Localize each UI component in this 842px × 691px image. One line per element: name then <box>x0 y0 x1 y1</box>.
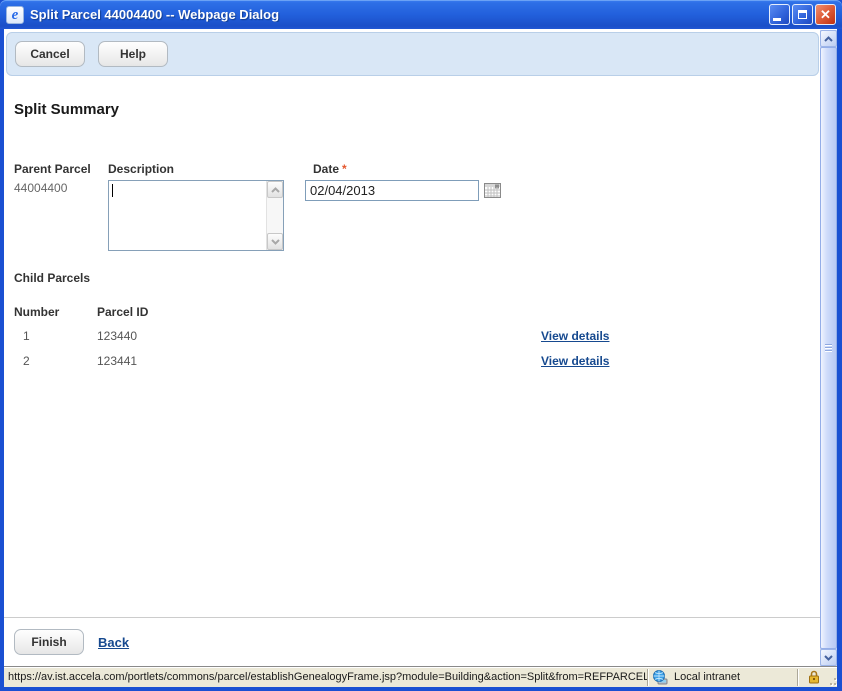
child-parcels-table: Number Parcel ID 1 123440 View details 2… <box>14 305 820 377</box>
lock-icon <box>809 670 819 684</box>
resize-grip[interactable] <box>829 669 837 686</box>
minimize-button[interactable] <box>769 4 790 25</box>
content-area: Split Summary Parent Parcel 44004400 Des… <box>4 83 820 666</box>
cancel-button[interactable]: Cancel <box>15 41 85 67</box>
date-label: Date <box>313 162 340 176</box>
status-bar: https://av.ist.accela.com/portlets/commo… <box>4 666 837 687</box>
row2-view-details-link[interactable]: View details <box>541 354 609 368</box>
column-header-number: Number <box>14 305 60 319</box>
row2-parcel-id: 123441 <box>97 354 138 368</box>
row1-number: 1 <box>23 329 30 343</box>
summary-form: Parent Parcel 44004400 Description Date … <box>14 118 820 271</box>
calendar-icon <box>484 183 501 198</box>
finish-button[interactable]: Finish <box>14 629 84 655</box>
textarea-scrollbar[interactable] <box>266 181 283 250</box>
required-marker: * <box>342 162 347 176</box>
child-parcels-label: Child Parcels <box>14 271 91 285</box>
row2-number: 2 <box>23 354 30 368</box>
back-link[interactable]: Back <box>98 635 129 650</box>
parent-parcel-value: 44004400 <box>14 181 68 195</box>
vertical-scrollbar[interactable] <box>820 30 837 666</box>
calendar-picker-button[interactable] <box>484 182 501 199</box>
scrollbar-down-icon[interactable] <box>820 649 837 666</box>
title-bar: e Split Parcel 44004400 -- Webpage Dialo… <box>0 0 842 29</box>
toolbar-strip: Cancel Help <box>4 29 820 83</box>
internet-explorer-icon: e <box>6 5 24 24</box>
webpage-dialog-window: e Split Parcel 44004400 -- Webpage Dialo… <box>0 0 842 691</box>
description-textarea[interactable] <box>108 180 284 251</box>
parent-parcel-label: Parent Parcel <box>14 162 91 176</box>
security-zone-label: Local intranet <box>674 671 741 683</box>
scroll-up-icon[interactable] <box>267 181 283 198</box>
scrollbar-up-icon[interactable] <box>820 30 837 47</box>
page-title: Split Summary <box>14 101 120 118</box>
toolbar: Cancel Help <box>6 32 819 76</box>
help-button[interactable]: Help <box>98 41 168 67</box>
scroll-down-icon[interactable] <box>267 233 283 250</box>
maximize-icon <box>798 10 807 19</box>
minimize-icon <box>773 17 781 21</box>
text-caret <box>112 184 113 197</box>
scrollbar-thumb[interactable] <box>820 47 837 649</box>
row1-parcel-id: 123440 <box>97 329 138 343</box>
maximize-button[interactable] <box>792 4 813 25</box>
ssl-lock-panel <box>799 669 829 686</box>
close-icon: ✕ <box>820 7 831 22</box>
local-intranet-globe-icon <box>653 669 668 684</box>
dialog-body: Cancel Help Split Summary Parent Parcel … <box>4 29 837 666</box>
row1-view-details-link[interactable]: View details <box>541 329 609 343</box>
scrollbar-grip <box>825 344 832 353</box>
security-zone-panel: Local intranet <box>649 669 797 686</box>
column-header-parcel-id: Parcel ID <box>97 305 149 319</box>
window-title: Split Parcel 44004400 -- Webpage Dialog <box>30 7 280 22</box>
status-url: https://av.ist.accela.com/portlets/commo… <box>8 671 647 683</box>
footer-bar: Finish Back <box>4 617 820 666</box>
description-label: Description <box>108 162 175 176</box>
date-input[interactable] <box>305 180 479 201</box>
close-button[interactable]: ✕ <box>815 4 836 25</box>
column-header-actions <box>541 305 820 327</box>
